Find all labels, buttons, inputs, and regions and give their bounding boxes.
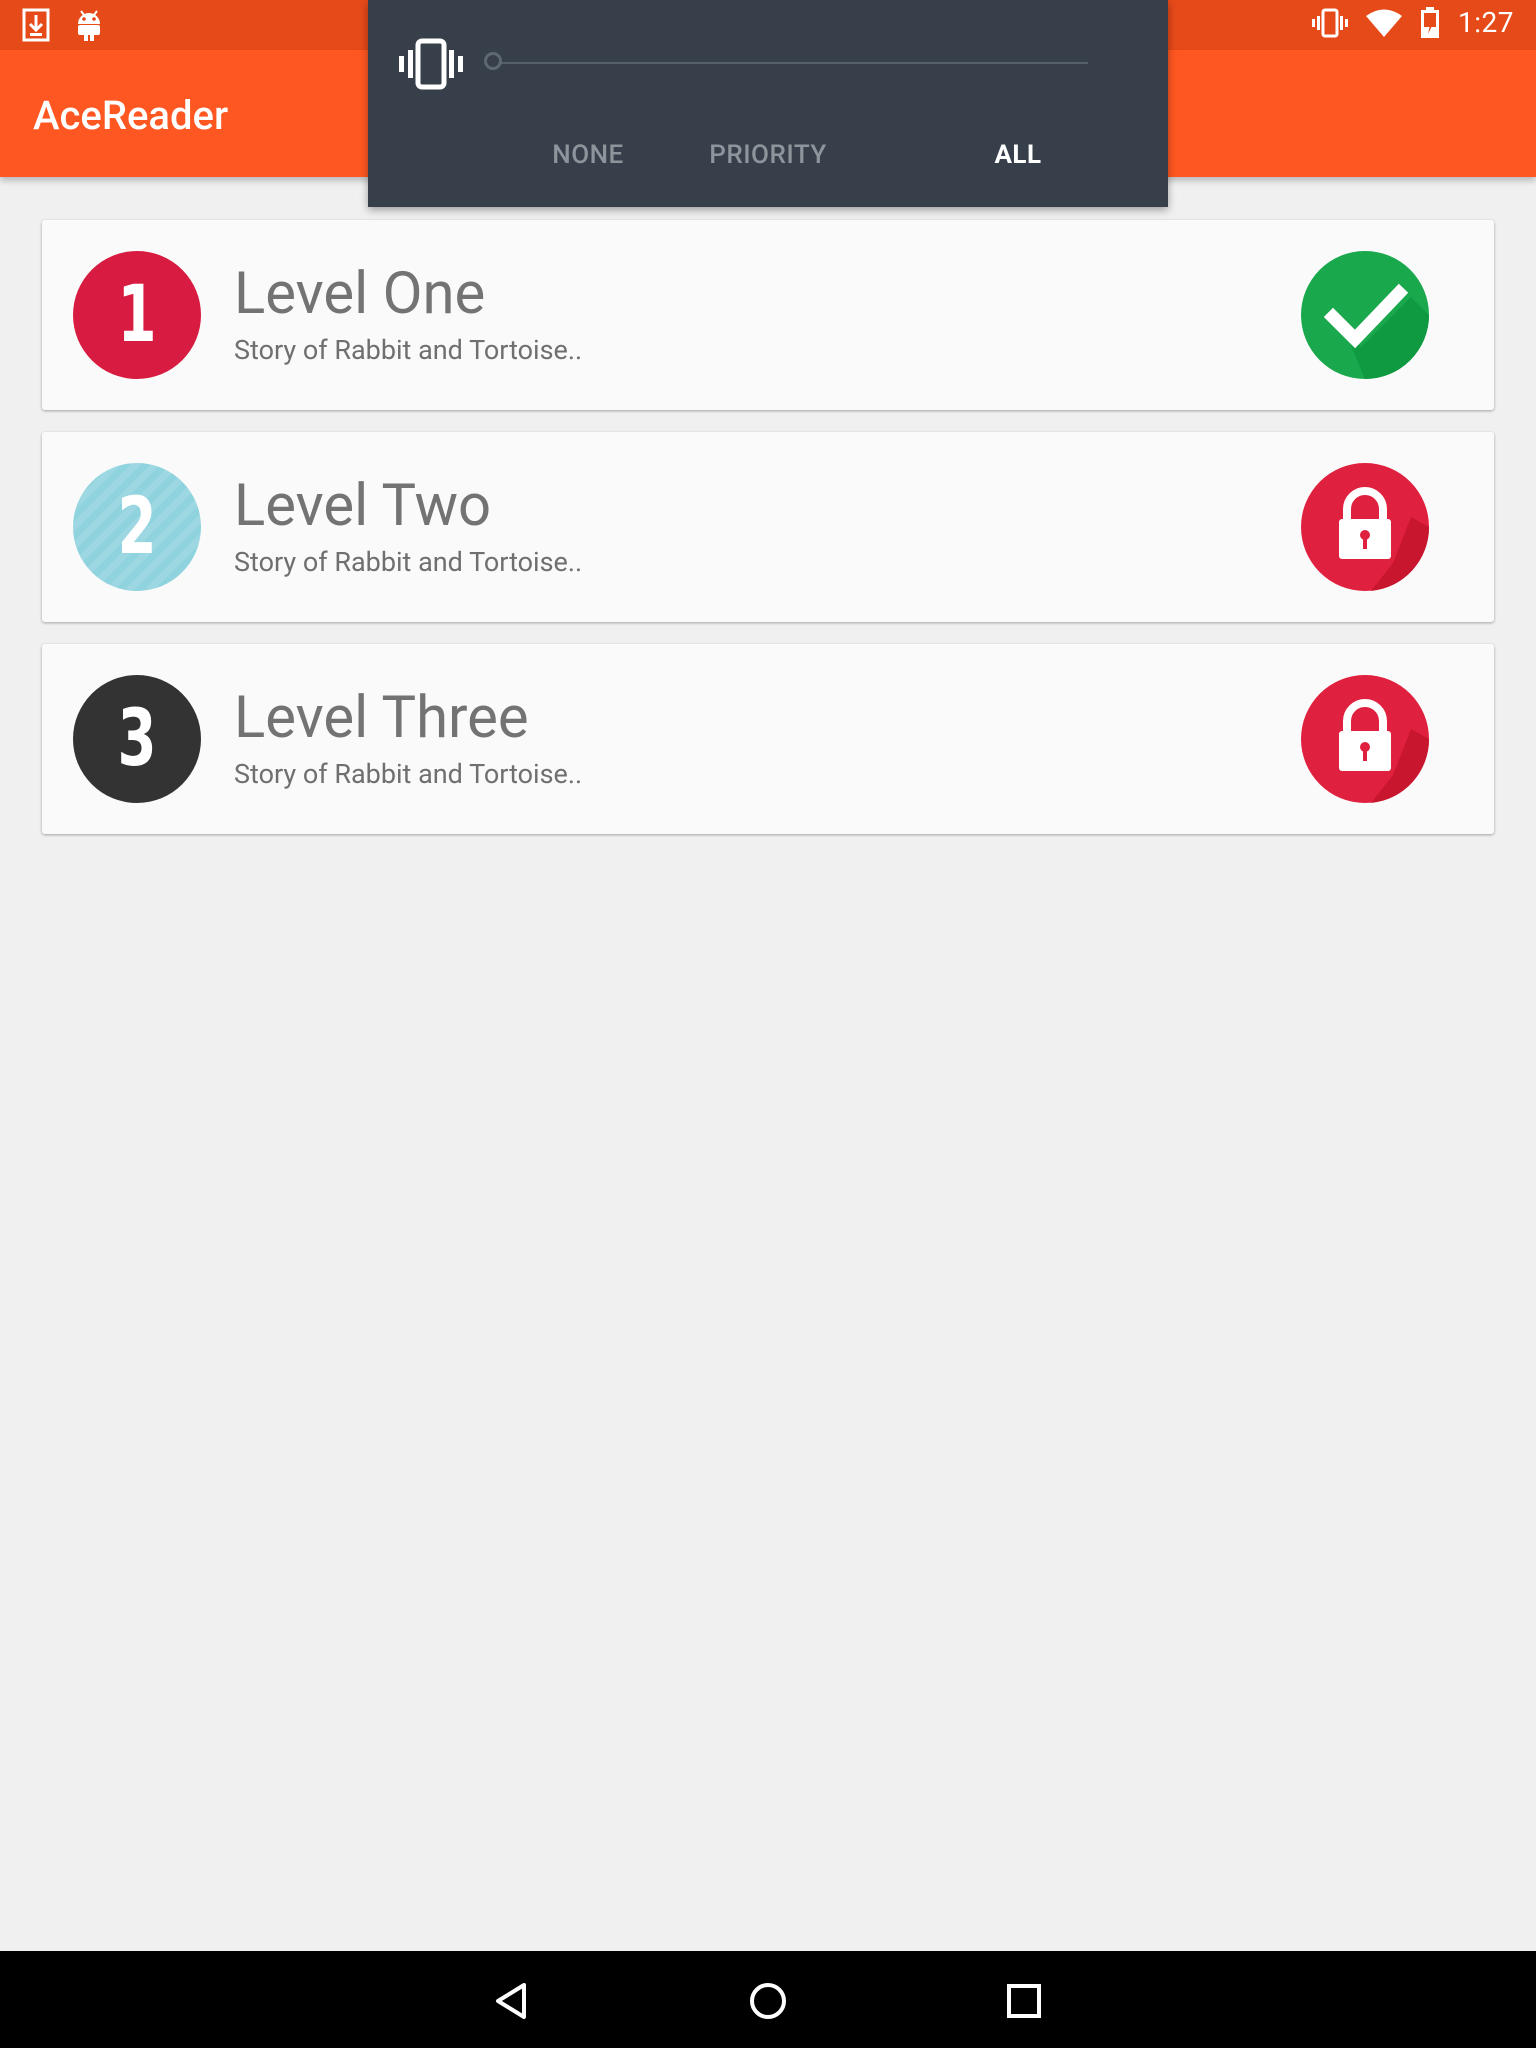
navigation-bar <box>0 1951 1536 2048</box>
lock-icon[interactable] <box>1301 675 1429 803</box>
level-card-1[interactable]: 1 Level One Story of Rabbit and Tortoise… <box>42 220 1494 410</box>
vibrate-icon <box>1312 8 1348 37</box>
level-title: Level One <box>234 260 486 328</box>
status-time: 1:27 <box>1458 6 1514 39</box>
level-number-badge: 2 <box>73 463 201 591</box>
volume-slider-thumb[interactable] <box>484 52 502 70</box>
level-subtitle: Story of Rabbit and Tortoise.. <box>234 758 583 790</box>
lock-icon[interactable] <box>1301 463 1429 591</box>
vibrate-icon[interactable] <box>398 38 464 90</box>
level-number: 1 <box>117 270 157 360</box>
level-subtitle: Story of Rabbit and Tortoise.. <box>234 334 583 366</box>
level-card-2[interactable]: 2 Level Two Story of Rabbit and Tortoise… <box>42 432 1494 622</box>
recents-icon[interactable] <box>1002 1979 1046 2023</box>
back-icon[interactable] <box>490 1979 534 2023</box>
volume-panel: NONE PRIORITY ALL <box>368 0 1168 207</box>
level-number: 3 <box>117 694 157 784</box>
home-icon[interactable] <box>746 1979 790 2023</box>
android-icon <box>78 10 100 41</box>
level-number-badge: 3 <box>73 675 201 803</box>
level-card-3[interactable]: 3 Level Three Story of Rabbit and Tortoi… <box>42 644 1494 834</box>
checkmark-icon[interactable] <box>1301 251 1429 379</box>
battery-charging-icon <box>1421 6 1439 38</box>
level-subtitle: Story of Rabbit and Tortoise.. <box>234 546 583 578</box>
level-number-badge: 1 <box>73 251 201 379</box>
app-title: AceReader <box>33 92 229 139</box>
level-title: Level Three <box>234 684 529 752</box>
level-number: 2 <box>117 482 157 572</box>
wifi-icon <box>1366 9 1402 37</box>
tab-priority[interactable]: PRIORITY <box>648 140 888 170</box>
volume-slider-track[interactable] <box>496 62 1088 64</box>
tab-all[interactable]: ALL <box>898 140 1138 170</box>
level-title: Level Two <box>234 472 492 540</box>
download-icon <box>22 8 50 42</box>
